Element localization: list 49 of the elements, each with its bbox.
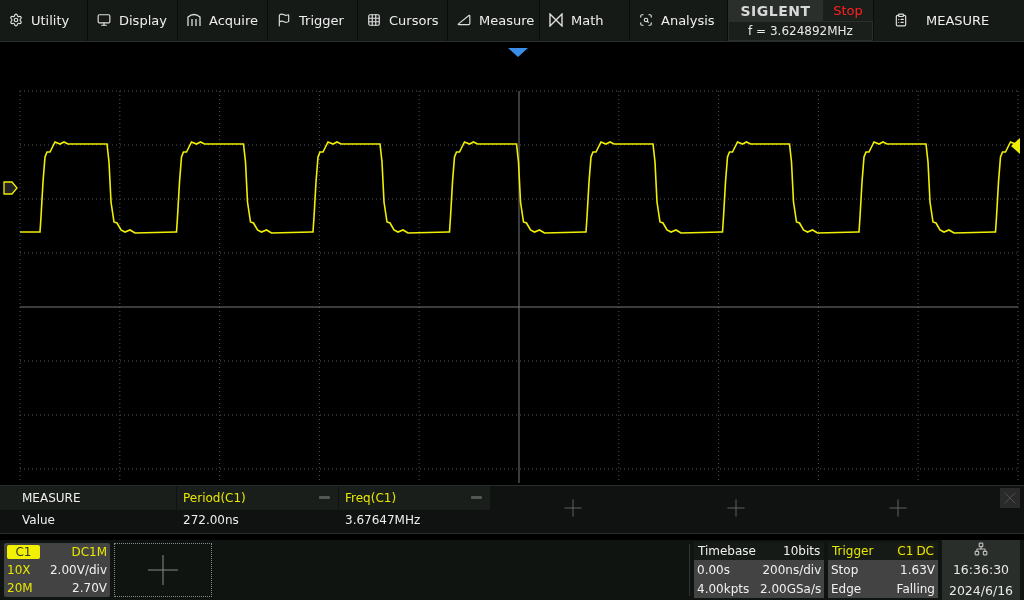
- clock-date: 2024/6/16: [948, 583, 1014, 598]
- brand-logo: SIGLENT: [728, 0, 823, 21]
- trigger-panel[interactable]: Trigger C1 DC Stop 1.63V Edge Falling: [828, 542, 938, 598]
- monitor-icon: [97, 13, 111, 28]
- trigger-type: Edge: [830, 580, 863, 598]
- measurement-name[interactable]: Freq(C1): [339, 485, 490, 510]
- flag-icon: [277, 13, 291, 28]
- bowtie-icon: [549, 13, 563, 28]
- timebase-panel[interactable]: Timebase 10bits 0.00s 200ns/div 4.00kpts 2.00GSa/s: [694, 542, 824, 598]
- horizontal-scale: 200ns/div: [761, 561, 823, 579]
- run-state: Stop: [832, 2, 864, 20]
- measurement-name[interactable]: Period(C1): [177, 485, 338, 510]
- bars-icon: [187, 13, 201, 28]
- horizontal-delay: 0.00s: [696, 561, 731, 579]
- trigger-source: C1: [897, 544, 914, 558]
- close-icon[interactable]: [1000, 487, 1020, 508]
- row-label: Value: [21, 511, 56, 529]
- measurement-value: 272.00ns: [182, 511, 240, 529]
- channel-panel[interactable]: C1 DC1M 10X 2.00V/div 20M 2.70V: [4, 543, 110, 597]
- adc-bits: 10bits: [760, 542, 825, 560]
- clipboard-icon: [894, 13, 908, 28]
- channel-name: C1: [7, 545, 40, 559]
- measure-title: MEASURE: [0, 485, 176, 510]
- minimize-icon[interactable]: [319, 495, 330, 499]
- bandwidth-limit: 20M: [7, 580, 34, 597]
- grid-icon: [367, 13, 381, 28]
- sample-rate: 2.00GSa/s: [760, 580, 823, 598]
- clock-time: 16:36:30: [952, 562, 1010, 577]
- trigger-coupling: DC: [916, 544, 934, 558]
- trigger-level-icon[interactable]: [1011, 137, 1020, 154]
- trigger-state: Stop: [830, 561, 860, 579]
- channel-coupling: DC1M: [70, 544, 107, 561]
- trigger-position-icon[interactable]: [508, 47, 528, 57]
- channel-marker-icon[interactable]: [3, 181, 18, 195]
- vertical-offset: 2.70V: [71, 580, 107, 597]
- add-channel-slot[interactable]: [114, 543, 212, 597]
- network-icon: [974, 542, 988, 556]
- trigger-level: 1.63V: [899, 561, 936, 579]
- gear-icon: [9, 13, 23, 28]
- timebase-title: Timebase: [694, 542, 760, 560]
- minimize-icon[interactable]: [471, 495, 482, 499]
- memory-depth: 4.00kpts: [696, 580, 751, 598]
- measurement-value: 3.67647MHz: [344, 511, 422, 529]
- magnifier-icon: [639, 13, 653, 28]
- trigger-title: Trigger: [828, 542, 894, 560]
- trigger-slope: Falling: [895, 580, 936, 598]
- frequency-readout: f = 3.624892MHz: [728, 21, 873, 41]
- probe-ratio: 10X: [7, 562, 32, 579]
- vertical-scale: 2.00V/div: [48, 562, 107, 579]
